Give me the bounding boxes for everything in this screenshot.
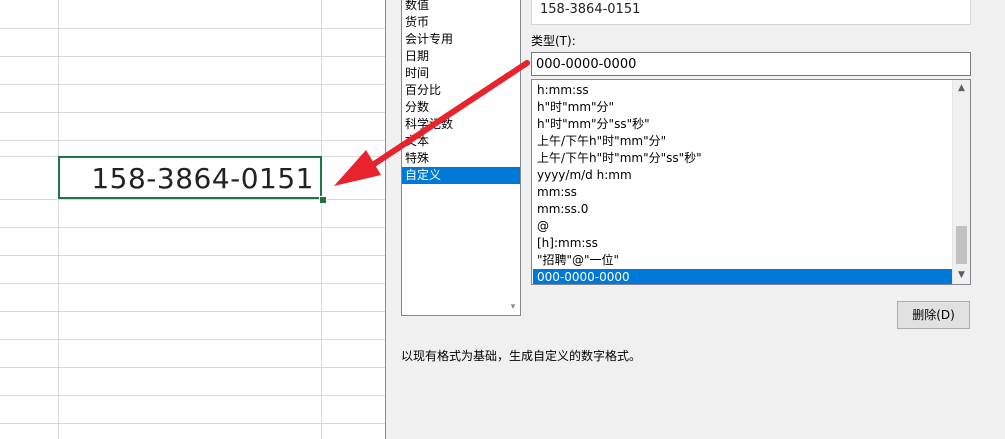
category-item[interactable]: 时间 — [402, 65, 520, 82]
category-item[interactable]: 数值 — [402, 0, 520, 14]
format-item[interactable]: @ — [533, 218, 953, 235]
category-item[interactable]: 百分比 — [402, 82, 520, 99]
fill-handle[interactable] — [319, 196, 327, 204]
selected-cell[interactable]: 158-3864-0151 — [58, 156, 322, 199]
format-item[interactable]: 000-0000-0000 — [533, 269, 953, 284]
category-item[interactable]: 货币 — [402, 14, 520, 31]
column-gridline — [58, 0, 59, 439]
scroll-down-icon[interactable]: ▼ — [953, 267, 970, 284]
column-gridline — [321, 0, 322, 439]
scroll-thumb[interactable] — [956, 226, 967, 264]
category-list[interactable]: 数值 货币 会计专用 日期 时间 百分比 分数 科学记数 文本 特殊 自定义 ▾ — [401, 0, 521, 316]
delete-button[interactable]: 删除(D) — [897, 301, 970, 329]
format-item[interactable]: h"时"mm"分"ss"秒" — [533, 116, 953, 133]
format-item[interactable]: h:mm:ss — [533, 82, 953, 99]
category-item[interactable]: 会计专用 — [402, 31, 520, 48]
spreadsheet-grid[interactable]: 158-3864-0151 — [0, 0, 386, 439]
format-item[interactable]: yyyy/m/d h:mm — [533, 167, 953, 184]
sample-value: 158-3864-0151 — [540, 2, 641, 17]
sample-box: 158-3864-0151 — [531, 0, 971, 25]
format-item[interactable]: "招聘"@"一位" — [533, 252, 953, 269]
scroll-up-icon[interactable]: ▲ — [953, 80, 970, 97]
format-cells-dialog: 数值 货币 会计专用 日期 时间 百分比 分数 科学记数 文本 特殊 自定义 ▾ 158-3864-… — [385, 0, 1005, 439]
category-item[interactable]: 文本 — [402, 133, 520, 150]
format-item[interactable]: 上午/下午h"时"mm"分"ss"秒" — [533, 150, 953, 167]
type-input[interactable] — [531, 52, 971, 76]
description-text: 以现有格式为基础，生成自定义的数字格式。 — [401, 349, 642, 363]
scroll-down-icon[interactable]: ▾ — [506, 299, 520, 315]
category-item[interactable]: 自定义 — [402, 167, 520, 184]
format-list-scrollbar[interactable]: ▲ ▼ — [952, 80, 970, 284]
type-label: 类型(T): — [531, 34, 576, 48]
cell-value: 158-3864-0151 — [91, 162, 314, 195]
format-item[interactable]: h"时"mm"分" — [533, 99, 953, 116]
format-item[interactable]: 上午/下午h"时"mm"分" — [533, 133, 953, 150]
format-list[interactable]: h:mm:ss h"时"mm"分" h"时"mm"分"ss"秒" 上午/下午h"时"m… — [531, 79, 971, 285]
format-item[interactable]: mm:ss.0 — [533, 201, 953, 218]
category-item[interactable]: 分数 — [402, 99, 520, 116]
format-item[interactable]: [h]:mm:ss — [533, 235, 953, 252]
category-item[interactable]: 日期 — [402, 48, 520, 65]
category-item[interactable]: 特殊 — [402, 150, 520, 167]
format-item[interactable]: mm:ss — [533, 184, 953, 201]
category-item[interactable]: 科学记数 — [402, 116, 520, 133]
